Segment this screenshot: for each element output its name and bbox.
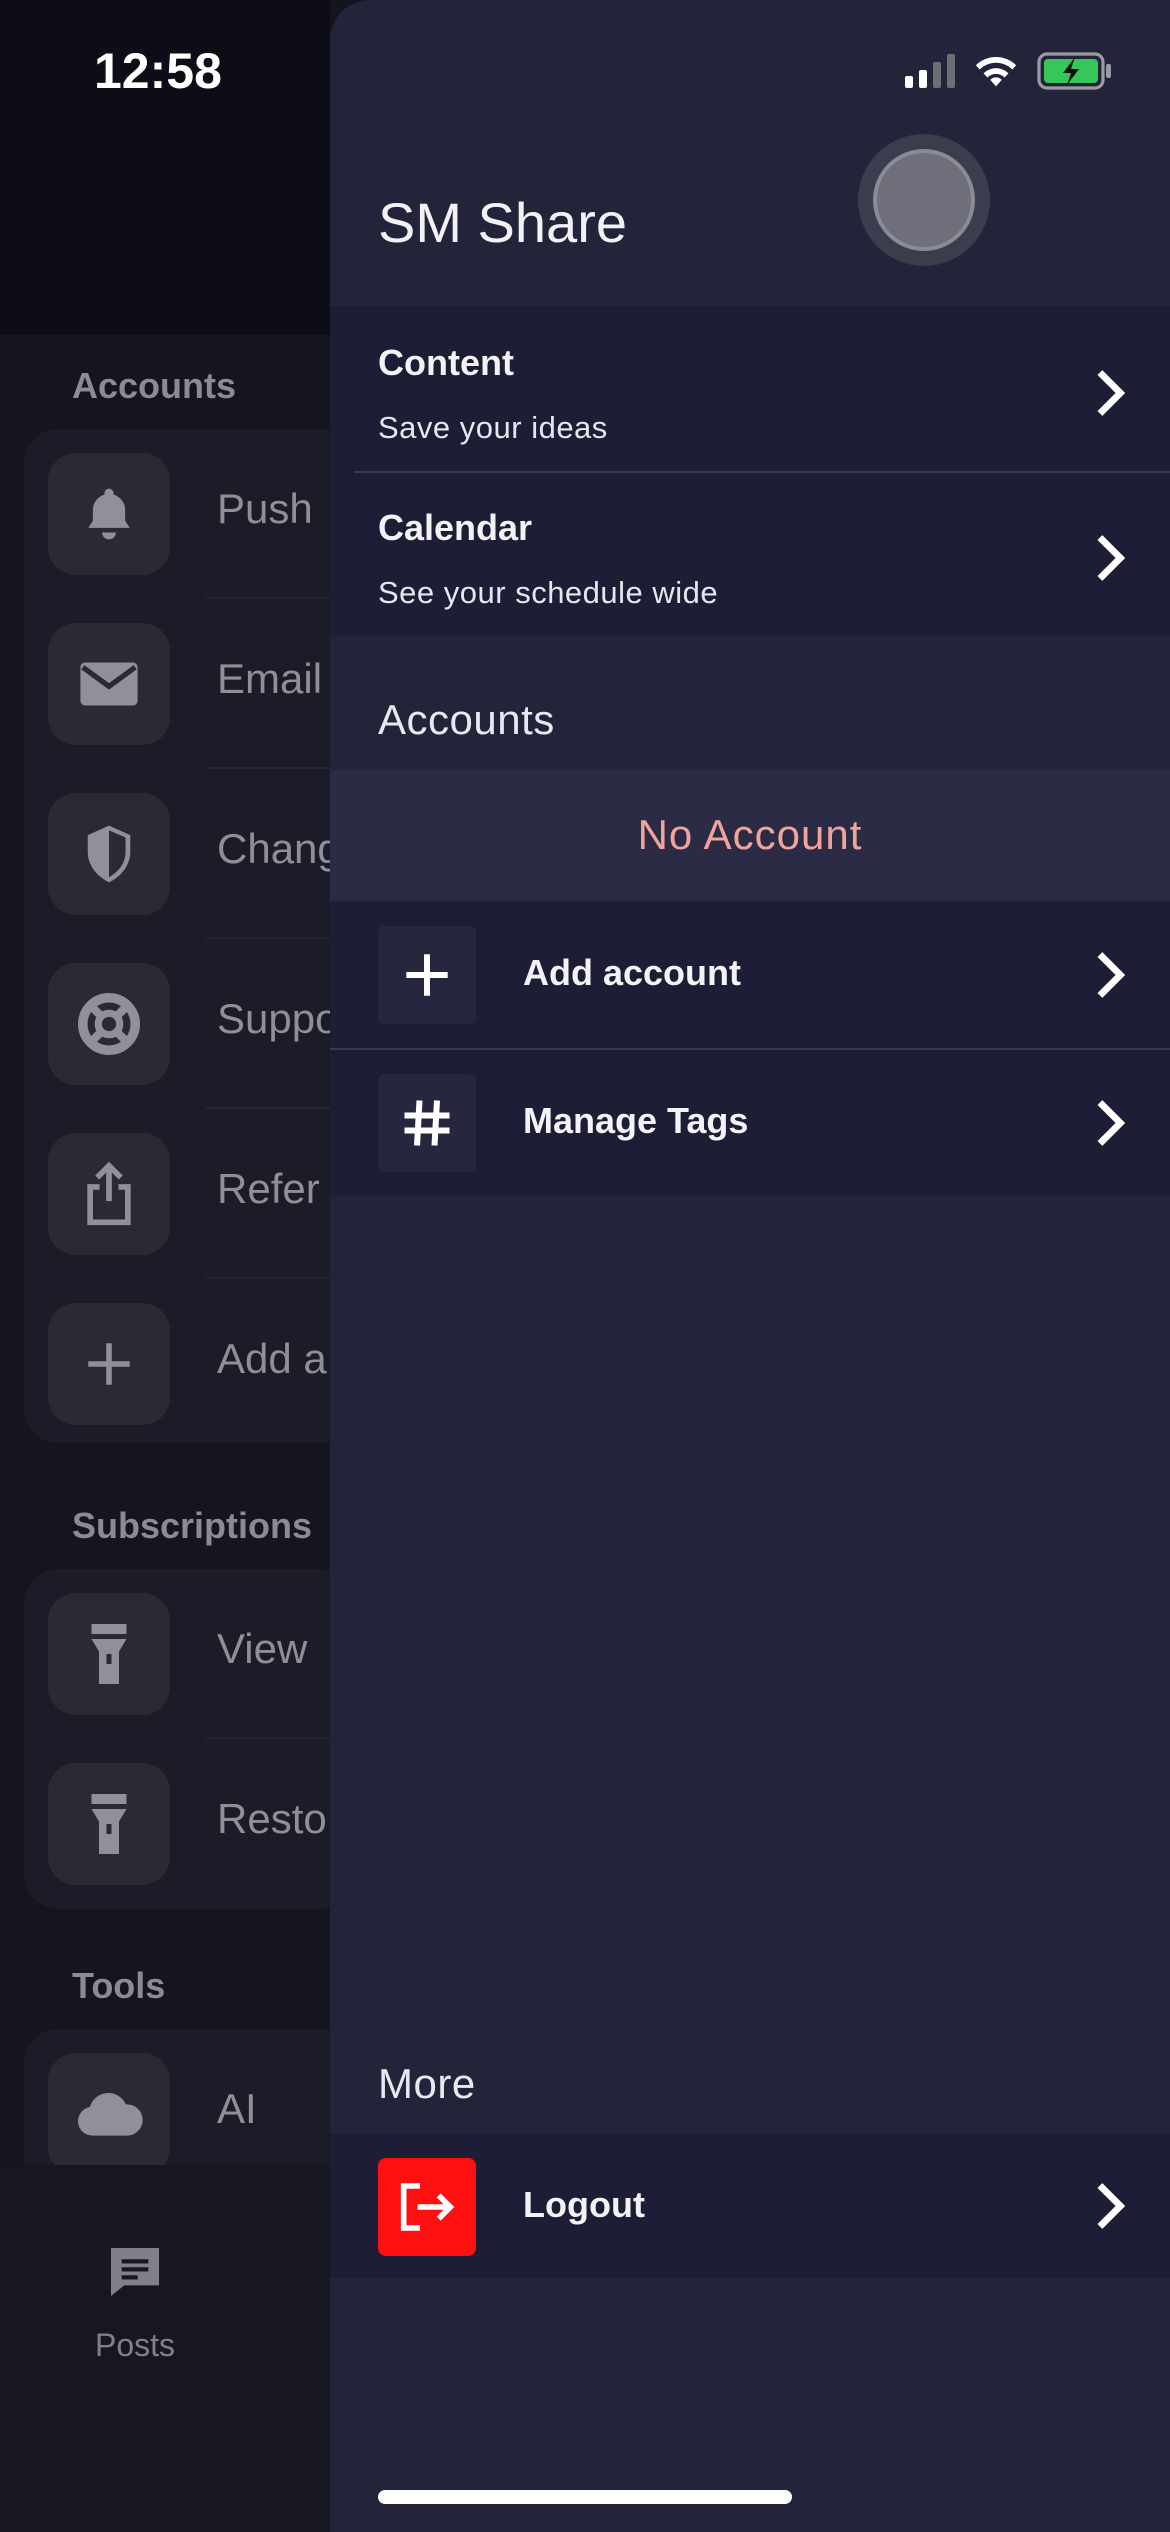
settings-row-refer[interactable]: Refer — [24, 1109, 354, 1279]
flashlight-icon — [48, 1593, 170, 1715]
accounts-card: Push Email Chang Suppo Refer Add a — [24, 429, 354, 1443]
add-account-button[interactable]: Add account — [330, 902, 1170, 1048]
logout-label: Logout — [523, 2184, 645, 2225]
status-time: 12:58 — [94, 43, 222, 99]
chevron-right-icon — [1097, 370, 1126, 416]
nav-item-subtitle: See your schedule wide — [378, 575, 719, 610]
cloud-icon — [48, 2053, 170, 2175]
section-title-accounts: Accounts — [72, 365, 237, 406]
manage-tags-label: Manage Tags — [523, 1100, 749, 1141]
manage-tags-button[interactable]: Manage Tags — [330, 1050, 1170, 1196]
nav-item-content[interactable]: Content Save your ideas — [330, 306, 1170, 471]
nav-item-title: Calendar — [378, 507, 533, 548]
settings-row-email[interactable]: Email — [24, 599, 354, 769]
bell-icon — [48, 453, 170, 575]
battery-charging-icon — [1037, 52, 1111, 90]
lifebuoy-icon — [48, 963, 170, 1085]
envelope-icon — [48, 623, 170, 745]
chevron-right-icon — [1097, 1100, 1126, 1146]
flashlight-icon — [48, 1763, 170, 1885]
logout-button[interactable]: Logout — [330, 2134, 1170, 2278]
settings-row-label: Add a — [217, 1335, 327, 1382]
section-title-subscriptions: Subscriptions — [72, 1505, 313, 1546]
add-account-label: Add account — [523, 952, 742, 993]
hashtag-icon — [378, 1074, 476, 1172]
chevron-right-icon — [1097, 2183, 1126, 2229]
subscriptions-card: View Resto — [24, 1569, 354, 1909]
settings-row-label: View — [217, 1625, 308, 1672]
settings-row-view[interactable]: View — [24, 1569, 354, 1739]
settings-row-support[interactable]: Suppo — [24, 939, 354, 1109]
settings-row-label: AI — [217, 2085, 257, 2132]
shield-icon — [48, 793, 170, 915]
tab-posts-label: Posts — [94, 2327, 176, 2363]
settings-row-label: Chang — [217, 825, 341, 872]
more-heading: More — [378, 2060, 476, 2107]
signal-icon — [905, 54, 955, 88]
home-indicator — [378, 2490, 792, 2504]
tab-posts[interactable]: Posts — [60, 2240, 210, 2364]
chevron-right-icon — [1097, 952, 1126, 998]
no-account-banner: No Account — [330, 770, 1170, 900]
settings-row-label: Refer — [217, 1165, 320, 1212]
share-icon — [48, 1133, 170, 1255]
assistive-touch-inner — [873, 149, 975, 251]
plus-icon — [378, 926, 476, 1024]
settings-row-change[interactable]: Chang — [24, 769, 354, 939]
drawer-title: SM Share — [378, 191, 627, 254]
settings-row-label: Email — [217, 655, 323, 702]
no-account-text: No Account — [637, 811, 863, 858]
background-settings-list: Accounts Push Email Chang Suppo Refer Ad… — [0, 335, 354, 2199]
settings-row-push[interactable]: Push — [24, 429, 354, 599]
side-drawer: SM Share Content Save your ideas Calenda… — [330, 0, 1170, 2532]
chevron-right-icon — [1097, 535, 1126, 581]
settings-row-label: Resto — [217, 1795, 327, 1842]
wifi-icon — [975, 57, 1017, 87]
nav-item-title: Content — [378, 342, 514, 383]
section-title-tools: Tools — [72, 1965, 166, 2006]
assistive-touch-button[interactable] — [858, 134, 990, 266]
settings-row-label: Suppo — [217, 995, 339, 1042]
settings-row-add[interactable]: Add a — [24, 1279, 354, 1449]
settings-row-restore[interactable]: Resto — [24, 1739, 354, 1909]
status-icons — [903, 52, 1113, 90]
logout-icon — [378, 2158, 476, 2256]
plus-icon — [48, 1303, 170, 1425]
settings-row-label: Push — [217, 485, 313, 532]
accounts-heading: Accounts — [378, 696, 555, 743]
message-icon — [111, 2248, 159, 2296]
nav-item-subtitle: Save your ideas — [378, 410, 608, 445]
nav-item-calendar[interactable]: Calendar See your schedule wide — [330, 473, 1170, 636]
